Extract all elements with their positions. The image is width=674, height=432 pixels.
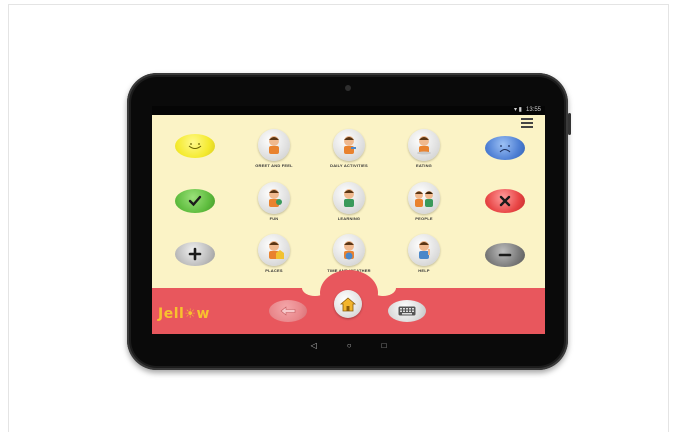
system-back-button[interactable]: ◁ [311, 341, 317, 350]
page-border-left [8, 4, 9, 432]
minus-icon [498, 253, 512, 257]
category-label: HELP [418, 268, 430, 273]
category-label: LEARNING [337, 216, 361, 221]
system-recents-button[interactable]: □ [382, 341, 387, 350]
daily-activities-icon [333, 129, 365, 161]
category-eating[interactable]: EATING [398, 129, 450, 168]
hamburger-menu-icon[interactable] [521, 118, 533, 128]
camera-icon [345, 85, 351, 91]
home-icon [340, 296, 356, 311]
category-time-and-weather[interactable]: TIME AND WEATHER [323, 234, 375, 273]
sad-icon [499, 145, 511, 153]
time-and-weather-icon [333, 234, 365, 266]
no-cross-button[interactable] [485, 189, 525, 213]
category-fun[interactable]: FUN [248, 182, 300, 221]
category-label: PEOPLE [415, 216, 433, 221]
category-label: FUN [269, 216, 279, 221]
eating-icon [408, 129, 440, 161]
category-label: EATING [415, 163, 432, 168]
plus-icon [188, 247, 202, 261]
status-bar: ▾ ▮ 13:55 [152, 106, 545, 115]
home-button[interactable] [334, 290, 362, 318]
jellow-logo: Jell☀w [158, 306, 210, 322]
tablet-device: ▾ ▮ 13:55 GREET AND FEEL DAILY ACTIVITIE… [127, 73, 571, 370]
category-people[interactable]: PEOPLE [398, 182, 450, 221]
check-icon [188, 195, 202, 207]
back-arrow-icon [280, 306, 296, 316]
less-minus-button[interactable] [485, 243, 525, 267]
yes-check-button[interactable] [175, 189, 215, 213]
category-help[interactable]: HELP [398, 234, 450, 273]
greet-and-feel-icon [258, 129, 290, 161]
category-daily-activities[interactable]: DAILY ACTIVITIES [323, 129, 375, 168]
category-places[interactable]: PLACES [248, 234, 300, 273]
fun-icon [258, 182, 290, 214]
system-home-button[interactable]: ○ [347, 341, 352, 350]
status-icons: ▾ ▮ [514, 107, 522, 113]
category-label: GREET AND FEEL [255, 163, 293, 168]
help-icon [408, 234, 440, 266]
category-greet-and-feel[interactable]: GREET AND FEEL [248, 129, 300, 168]
keyboard-icon [398, 306, 416, 316]
cross-icon [499, 195, 511, 207]
page-border-right [668, 4, 669, 432]
power-button[interactable] [568, 113, 571, 135]
category-label: PLACES [265, 268, 283, 273]
no-sad-button[interactable] [485, 136, 525, 160]
more-plus-button[interactable] [175, 242, 215, 266]
sun-icon: ☀ [184, 307, 197, 322]
android-nav-bar: ◁ ○ □ [152, 334, 545, 356]
places-icon [258, 234, 290, 266]
status-time: 13:55 [525, 107, 541, 113]
category-label: DAILY ACTIVITIES [330, 163, 368, 168]
people-icon [408, 182, 440, 214]
page-border-top [8, 4, 668, 5]
smile-icon [188, 143, 202, 149]
keyboard-button[interactable] [388, 300, 426, 322]
category-learning[interactable]: LEARNING [323, 182, 375, 221]
learning-icon [333, 182, 365, 214]
app-screen: ▾ ▮ 13:55 GREET AND FEEL DAILY ACTIVITIE… [152, 106, 545, 334]
yes-smile-button[interactable] [175, 134, 215, 158]
back-button[interactable] [269, 300, 307, 322]
